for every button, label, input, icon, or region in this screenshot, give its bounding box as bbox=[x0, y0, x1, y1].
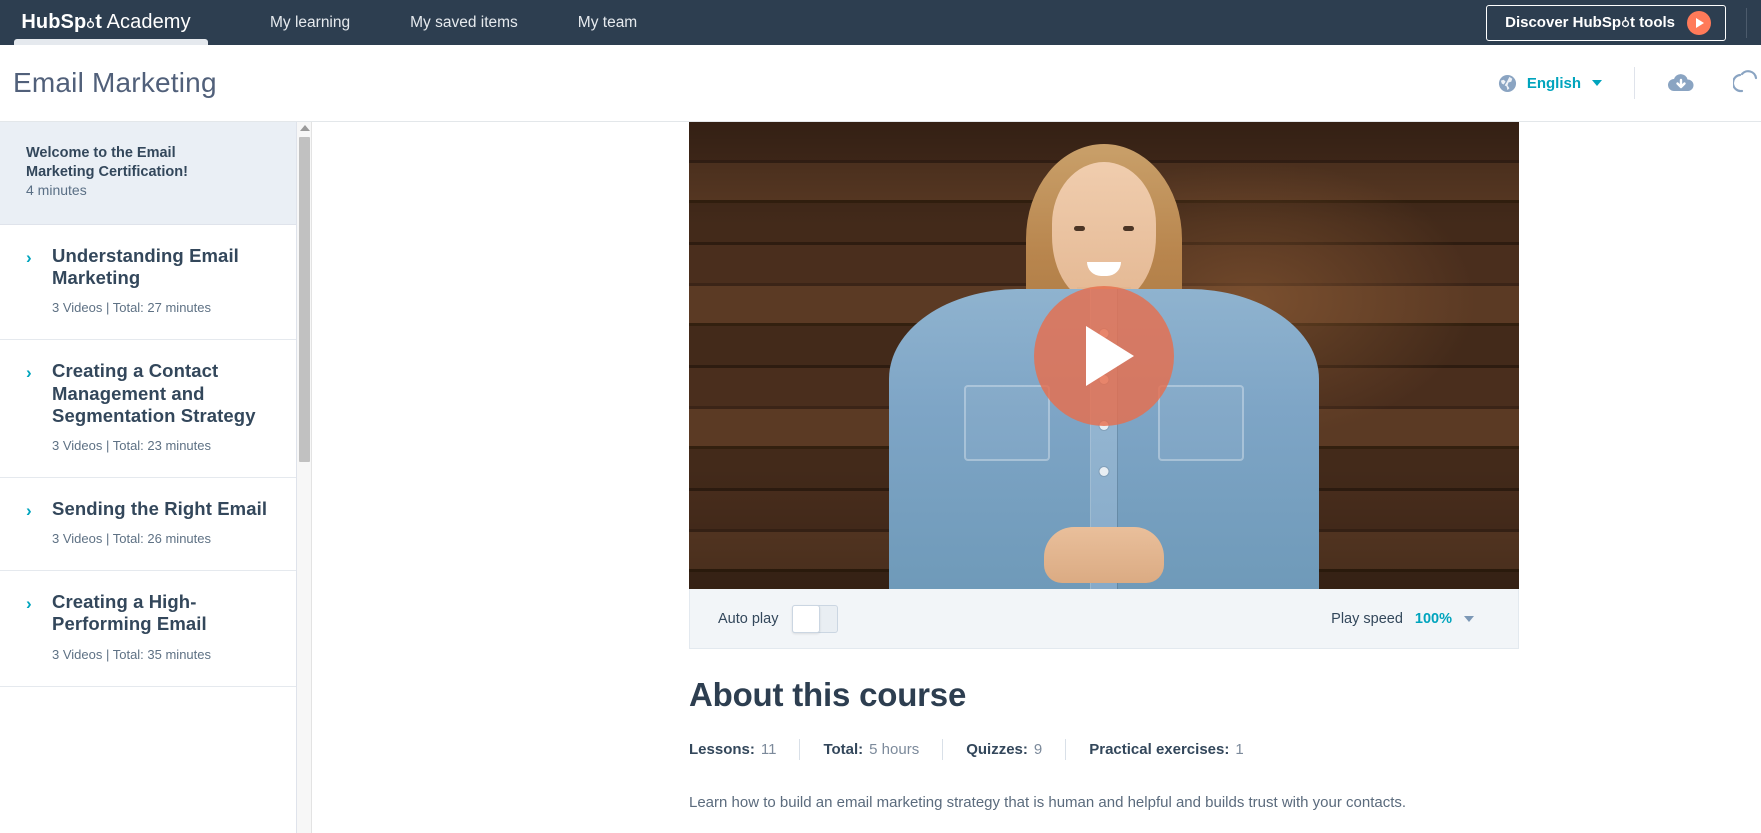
list-item-lesson-2[interactable]: › Creating a Contact Management and Segm… bbox=[0, 340, 296, 479]
stat-practical-exercises: Practical exercises: 1 bbox=[1089, 741, 1243, 758]
lesson-title: Sending the Right Email bbox=[52, 498, 268, 520]
chevron-down-icon bbox=[1592, 80, 1602, 86]
stat-value: 1 bbox=[1235, 741, 1244, 758]
language-selector[interactable]: English bbox=[1498, 74, 1602, 93]
about-heading: About this course bbox=[689, 676, 967, 713]
lesson-body: Understanding Email Marketing 3 Videos |… bbox=[52, 245, 271, 315]
primary-nav-links: My learning My saved items My team bbox=[212, 0, 667, 45]
video-controls-bar: Auto play Play speed 100% bbox=[689, 589, 1519, 649]
play-triangle-icon bbox=[1086, 325, 1134, 386]
logo-hubspot-tail: t bbox=[95, 11, 103, 33]
stat-value: 9 bbox=[1033, 741, 1043, 758]
lesson-title: Creating a High-Performing Email bbox=[52, 591, 207, 635]
lesson-meta: 3 Videos | Total: 26 minutes bbox=[52, 531, 211, 547]
welcome-title: Welcome to the Email Marketing Certifica… bbox=[26, 145, 188, 180]
scroll-up-arrow-icon[interactable] bbox=[300, 125, 310, 131]
lesson-meta: 3 Videos | Total: 23 minutes bbox=[52, 438, 211, 454]
sidebar-scrollbar[interactable] bbox=[297, 122, 312, 833]
about-this-course-section: About this course Lessons: 11 Total: 5 h… bbox=[689, 676, 1549, 815]
stat-label: Total: bbox=[823, 741, 864, 758]
stat-total: Total: 5 hours bbox=[823, 741, 919, 758]
list-item-lesson-1[interactable]: › Understanding Email Marketing 3 Videos… bbox=[0, 225, 296, 341]
play-icon bbox=[1687, 10, 1711, 35]
stat-divider bbox=[1065, 739, 1067, 760]
cloud-download-icon[interactable] bbox=[1667, 72, 1695, 94]
chevron-down-icon[interactable] bbox=[1464, 615, 1474, 622]
lesson-body: Creating a High-Performing Email 3 Video… bbox=[52, 591, 271, 661]
scrollbar-thumb[interactable] bbox=[299, 137, 310, 462]
discover-button-label: Discover HubSp t tools bbox=[1505, 14, 1675, 31]
list-item-lesson-4[interactable]: › Creating a High-Performing Email 3 Vid… bbox=[0, 571, 296, 687]
play-speed-label: Play speed bbox=[1331, 610, 1403, 627]
sprocket-icon bbox=[85, 12, 96, 29]
bookmark-icon[interactable] bbox=[1731, 69, 1761, 97]
stat-lessons: Lessons: 11 bbox=[689, 741, 776, 758]
list-item-welcome[interactable]: Welcome to the Email Marketing Certifica… bbox=[0, 122, 296, 226]
stat-label: Quizzes: bbox=[966, 741, 1028, 758]
welcome-duration: 4 minutes bbox=[26, 182, 87, 199]
lesson-meta: 3 Videos | Total: 35 minutes bbox=[52, 646, 211, 662]
lesson-body: Sending the Right Email 3 Videos | Total… bbox=[52, 498, 271, 546]
course-description: Learn how to build an email marketing st… bbox=[689, 794, 1407, 811]
hubspot-academy-logo[interactable]: HubSp t Academy bbox=[0, 0, 212, 45]
stat-divider bbox=[942, 739, 944, 760]
discover-hubspot-tools-button[interactable]: Discover HubSp t tools bbox=[1486, 4, 1726, 41]
top-nav-right-group: Discover HubSp t tools bbox=[1486, 0, 1761, 45]
chevron-right-icon: › bbox=[26, 363, 32, 383]
nav-item-my-saved-items[interactable]: My saved items bbox=[380, 0, 548, 45]
main-content: Auto play Play speed 100% About this cou… bbox=[313, 122, 1761, 833]
stat-value: 11 bbox=[760, 741, 777, 758]
nav-divider bbox=[1746, 7, 1747, 38]
lesson-title: Understanding Email Marketing bbox=[52, 245, 239, 289]
stat-label: Practical exercises: bbox=[1089, 741, 1230, 758]
chevron-right-icon: › bbox=[26, 501, 32, 521]
toggle-knob bbox=[792, 604, 821, 633]
logo-text: HubSp t Academy bbox=[21, 11, 190, 34]
stat-divider bbox=[799, 739, 801, 760]
autoplay-toggle[interactable] bbox=[792, 604, 839, 633]
language-label: English bbox=[1526, 74, 1581, 92]
stat-value: 5 hours bbox=[869, 741, 920, 758]
nav-item-my-team[interactable]: My team bbox=[548, 0, 667, 45]
autoplay-label: Auto play bbox=[718, 610, 779, 627]
logo-academy: Academy bbox=[106, 11, 191, 33]
video-player-card: Auto play Play speed 100% bbox=[689, 122, 1519, 649]
course-stats: Lessons: 11 Total: 5 hours Quizzes: 9 Pr… bbox=[689, 739, 1549, 760]
course-header-actions: English bbox=[1498, 67, 1761, 99]
video-thumbnail[interactable] bbox=[689, 122, 1519, 589]
lesson-meta: 3 Videos | Total: 27 minutes bbox=[52, 300, 211, 316]
lesson-body: Creating a Contact Management and Segmen… bbox=[52, 360, 271, 453]
course-outline-sidebar[interactable]: Welcome to the Email Marketing Certifica… bbox=[0, 122, 297, 833]
course-header: Email Marketing English bbox=[0, 45, 1761, 122]
lesson-title: Creating a Contact Management and Segmen… bbox=[52, 360, 256, 426]
play-speed-value[interactable]: 100% bbox=[1415, 611, 1452, 627]
list-item-lesson-3[interactable]: › Sending the Right Email 3 Videos | Tot… bbox=[0, 478, 296, 572]
logo-hubspot: HubSp bbox=[21, 11, 87, 33]
nav-item-my-learning[interactable]: My learning bbox=[240, 0, 380, 45]
play-button[interactable] bbox=[1034, 285, 1174, 426]
page-title: Email Marketing bbox=[13, 67, 217, 98]
stat-label: Lessons: bbox=[689, 741, 755, 758]
stat-quizzes: Quizzes: 9 bbox=[966, 741, 1042, 758]
globe-icon bbox=[1498, 74, 1517, 93]
lesson-list: Welcome to the Email Marketing Certifica… bbox=[0, 122, 296, 687]
top-navigation-bar: HubSp t Academy My learning My saved item… bbox=[0, 0, 1761, 45]
header-divider bbox=[1634, 67, 1635, 99]
chevron-right-icon: › bbox=[26, 248, 32, 268]
sprocket-icon bbox=[1620, 15, 1631, 28]
chevron-right-icon: › bbox=[26, 594, 32, 614]
play-speed-group: Play speed 100% bbox=[1331, 611, 1474, 627]
